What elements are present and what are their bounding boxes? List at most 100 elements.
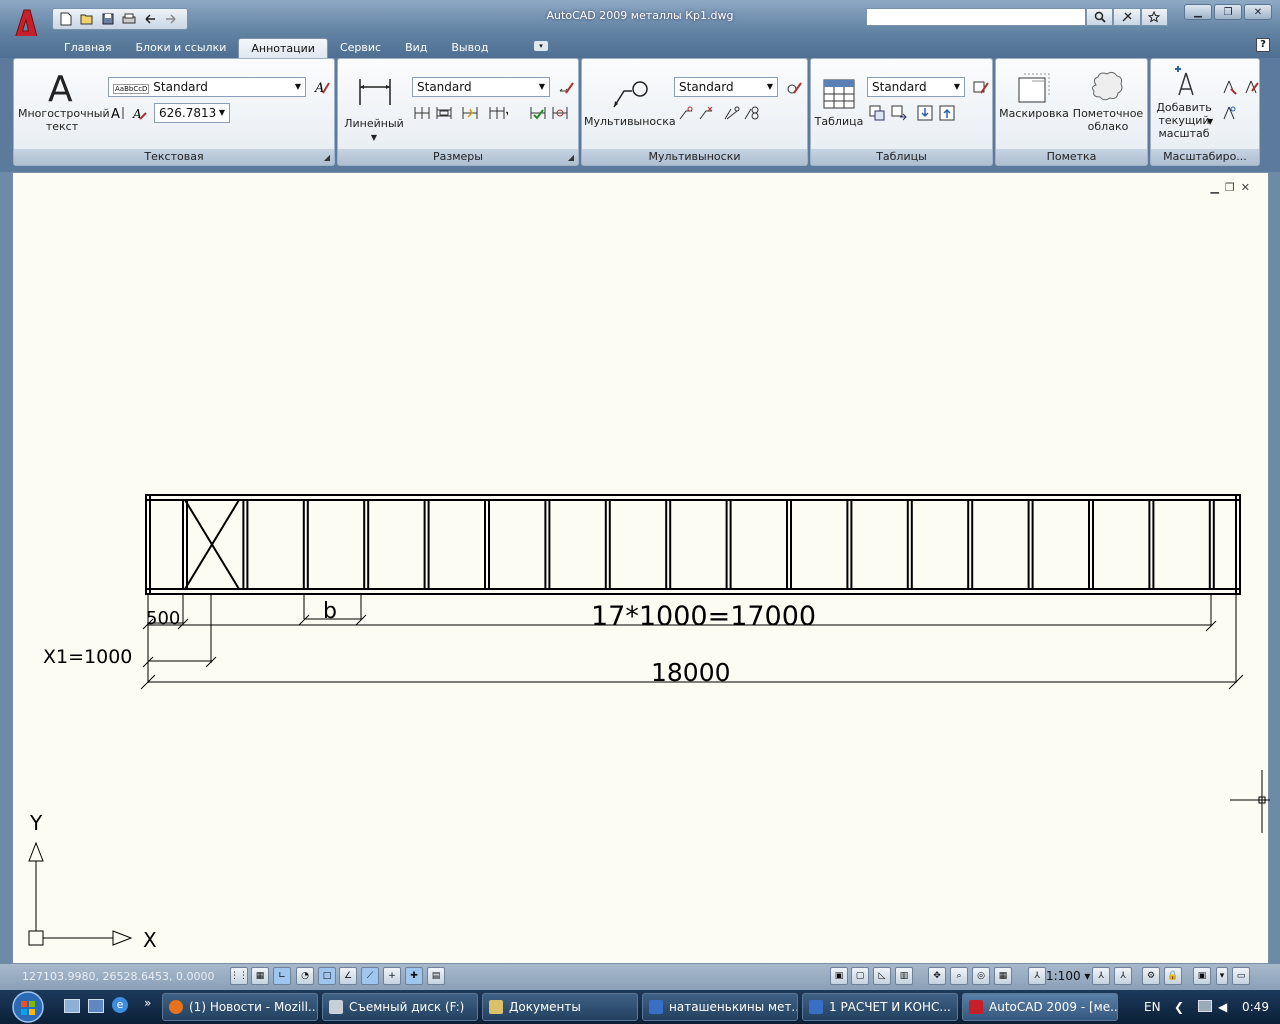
collect-leaders-icon[interactable] (742, 103, 762, 123)
annotation-scale-icon[interactable]: ⅄ (1028, 967, 1046, 985)
tab-output[interactable]: Вывод (439, 38, 500, 58)
sync-scale-icon[interactable] (1219, 103, 1239, 123)
remove-leader-icon[interactable] (696, 103, 716, 123)
delete-scale-icon[interactable] (1219, 77, 1239, 97)
network-icon[interactable] (1198, 1000, 1212, 1012)
show-desktop-icon[interactable] (64, 999, 80, 1013)
restore-button[interactable]: ❐ (1214, 4, 1242, 20)
showmotion-icon[interactable]: ▦ (994, 967, 1012, 985)
annotation-visibility-icon[interactable]: ⅄ (1092, 967, 1110, 985)
revision-cloud-icon[interactable] (1090, 71, 1124, 103)
ribbon-minimize-arrow-icon[interactable]: ▾ (534, 41, 548, 51)
object-snap-icon[interactable]: □ (318, 967, 336, 985)
dim-continue-icon[interactable] (412, 103, 432, 123)
steering-wheel-icon[interactable]: ◎ (972, 967, 990, 985)
model-space-icon[interactable]: ▣ (830, 967, 848, 985)
align-leaders-icon[interactable] (722, 103, 742, 123)
status-menu-arrow-icon[interactable]: ▾ (1216, 967, 1228, 985)
mleader-style-dropdown[interactable]: Standard ▼ (674, 77, 778, 97)
layout-icon[interactable]: ▢ (851, 967, 869, 985)
ortho-mode-icon[interactable]: ∟ (273, 967, 291, 985)
multileader-icon[interactable] (610, 77, 648, 109)
panel-launcher-icon[interactable]: ◢ (568, 153, 574, 162)
text-style-manager-icon[interactable]: A (312, 77, 332, 97)
dim-style-dropdown[interactable]: Standard ▼ (412, 77, 550, 97)
text-scale-icon[interactable]: A (130, 103, 150, 123)
drawing-canvas[interactable]: ▁ ❐ ✕ 500 b 17*1000=17000 X1=1000 18000 … (12, 172, 1270, 964)
mleader-style-manager-icon[interactable] (784, 77, 804, 97)
scale-list-icon[interactable] (1241, 77, 1261, 97)
snap-mode-icon[interactable]: ⋮⋮ (230, 967, 248, 985)
dynamic-ucs-icon[interactable]: ⟋ (361, 967, 379, 985)
table-download-icon[interactable] (915, 103, 935, 123)
favorites-star-icon[interactable] (1140, 8, 1168, 26)
task-word-doc-2[interactable]: 1 РАСЧЕТ И КОНС... (802, 993, 958, 1021)
panel-launcher-icon[interactable]: ◢ (324, 153, 330, 162)
revision-cloud-button[interactable]: Пометочное облако (1068, 107, 1148, 133)
text-style-dropdown[interactable]: AaBbCcD Standard ▼ (108, 77, 306, 97)
dim-space-icon[interactable]: ▼ (488, 103, 508, 123)
add-current-scale-icon[interactable] (1171, 65, 1201, 97)
search-input[interactable] (866, 8, 1086, 26)
layout2-icon[interactable]: ◺ (873, 967, 891, 985)
table-style-dropdown[interactable]: Standard ▼ (867, 77, 965, 97)
annotation-scale-value[interactable]: 1:100 ▾ (1046, 969, 1090, 983)
zoom-icon[interactable]: ⌕ (950, 967, 968, 985)
add-leader-icon[interactable] (676, 103, 696, 123)
dim-style-manager-icon[interactable] (556, 77, 576, 97)
tray-expand-icon[interactable]: ❮ (1174, 990, 1184, 1024)
add-current-scale-button[interactable]: Добавить текущий масштаб (1153, 101, 1215, 140)
switch-windows-icon[interactable] (88, 999, 104, 1013)
lock-icon[interactable]: 🔒 (1164, 967, 1182, 985)
tab-view[interactable]: Вид (393, 38, 439, 58)
windows-start-icon[interactable] (6, 990, 50, 1024)
table-link-data-icon[interactable] (867, 103, 887, 123)
multiline-text-button[interactable]: Многострочный текст (18, 107, 110, 133)
task-firefox[interactable]: (1) Новости - Mozill... (162, 993, 318, 1021)
pan-icon[interactable]: ✥ (928, 967, 946, 985)
task-word-doc-1[interactable]: наташенькины мет... (642, 993, 798, 1021)
chevron-down-icon[interactable]: ▼ (1207, 117, 1213, 126)
quick-properties-icon[interactable]: ▤ (427, 967, 445, 985)
language-indicator[interactable]: EN (1144, 990, 1161, 1024)
hardware-acceleration-icon[interactable]: ▣ (1193, 967, 1211, 985)
comm-center-icon[interactable] (1113, 8, 1141, 26)
task-documents[interactable]: Документы (482, 993, 638, 1021)
tab-tools[interactable]: Сервис (328, 38, 393, 58)
close-button[interactable]: ✕ (1244, 4, 1272, 20)
task-autocad[interactable]: AutoCAD 2009 - [ме... (962, 993, 1118, 1021)
multileader-label[interactable]: Мультивыноска (584, 115, 676, 128)
wipeout-icon[interactable] (1018, 73, 1050, 103)
table-extract-data-icon[interactable] (889, 103, 909, 123)
multiline-text-icon[interactable]: A (46, 69, 76, 105)
task-removable-disk[interactable]: Съемный диск (F:) (322, 993, 478, 1021)
clock[interactable]: 0:49 (1242, 990, 1272, 1024)
internet-explorer-icon[interactable]: e (112, 997, 128, 1013)
table-icon[interactable] (823, 79, 855, 109)
volume-icon[interactable]: ◀ (1218, 990, 1227, 1024)
dim-reassociate-icon[interactable] (550, 103, 570, 123)
wipeout-label[interactable]: Маскировка (998, 107, 1070, 120)
tab-home[interactable]: Главная (52, 38, 124, 58)
tab-blocks[interactable]: Блоки и ссылки (124, 38, 239, 58)
dim-baseline-icon[interactable] (434, 103, 454, 123)
workspace-gear-icon[interactable]: ⚙ (1142, 967, 1160, 985)
lineweight-icon[interactable]: ✚ (405, 967, 423, 985)
table-style-manager-icon[interactable] (971, 77, 991, 97)
linear-dimension-icon[interactable] (358, 77, 392, 107)
auto-scale-icon[interactable]: ⅄ (1114, 967, 1132, 985)
minimize-button[interactable]: ▁ (1184, 4, 1212, 20)
text-height-icon[interactable]: A (108, 103, 128, 123)
linear-dimension-button[interactable]: Линейный ▼ (340, 117, 408, 144)
search-icon[interactable] (1086, 8, 1114, 26)
polar-tracking-icon[interactable]: ◔ (296, 967, 314, 985)
grid-display-icon[interactable]: ▦ (251, 967, 269, 985)
text-height-dropdown[interactable]: 626.7813 ▼ (154, 103, 230, 123)
tab-annotate[interactable]: Аннотации (238, 38, 328, 58)
table-upload-icon[interactable] (937, 103, 957, 123)
dim-update-icon[interactable] (528, 103, 548, 123)
help-icon[interactable]: ? (1256, 38, 1270, 52)
table-label[interactable]: Таблица (813, 115, 865, 128)
dynamic-input-icon[interactable]: + (383, 967, 401, 985)
quick-view-icon[interactable]: ▥ (895, 967, 913, 985)
